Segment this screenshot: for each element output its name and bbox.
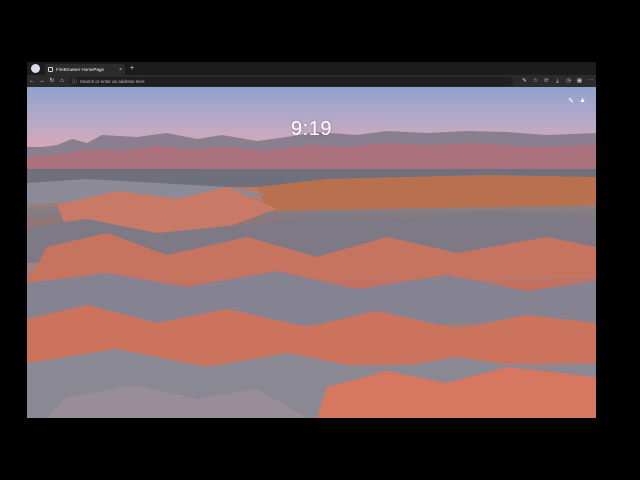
clock-time: 9:19 — [291, 118, 332, 140]
favorite-star-icon[interactable]: ☆ — [530, 75, 541, 87]
browser-window: FireBrowser HomePage × + ← → ↻ ⌂ ⓘ Searc… — [27, 62, 596, 418]
close-icon[interactable]: × — [119, 67, 122, 73]
forward-button[interactable]: → — [37, 75, 47, 87]
history-icon[interactable]: ◷ — [563, 75, 574, 87]
home-button[interactable]: ⌂ — [57, 75, 67, 87]
reload-button[interactable]: ↻ — [47, 75, 57, 87]
address-bar[interactable]: ⓘ Search or enter an address here — [68, 76, 513, 86]
tab-bar: FireBrowser HomePage × + — [27, 62, 596, 75]
download-icon[interactable]: ⤓ — [552, 75, 563, 87]
pen-icon[interactable]: ✎ — [519, 75, 530, 87]
info-icon[interactable]: ⓘ — [72, 78, 77, 85]
tab-homepage[interactable]: FireBrowser HomePage × — [45, 64, 125, 75]
toolbar-actions: ✎ ☆ ⟳ ⤓ ◷ ▦ ⋯ — [519, 75, 596, 87]
address-input[interactable]: Search or enter an address here — [80, 79, 145, 84]
new-tab-button[interactable]: + — [130, 62, 134, 75]
cursor-icon: ▲ — [579, 97, 586, 104]
new-tab-background: 9:19 ✎ ▲ — [27, 87, 596, 418]
back-button[interactable]: ← — [27, 75, 37, 87]
sync-icon[interactable]: ⟳ — [541, 75, 552, 87]
more-menu-icon[interactable]: ⋯ — [585, 75, 596, 87]
tab-title: FireBrowser HomePage — [56, 67, 105, 72]
page-icon — [48, 67, 53, 72]
page-settings-corner: ✎ ▲ — [563, 97, 586, 105]
profile-avatar[interactable] — [31, 64, 40, 73]
edit-icon[interactable]: ✎ — [568, 97, 574, 105]
apps-grid-icon[interactable]: ▦ — [574, 75, 585, 87]
toolbar: ← → ↻ ⌂ ⓘ Search or enter an address her… — [27, 75, 596, 87]
